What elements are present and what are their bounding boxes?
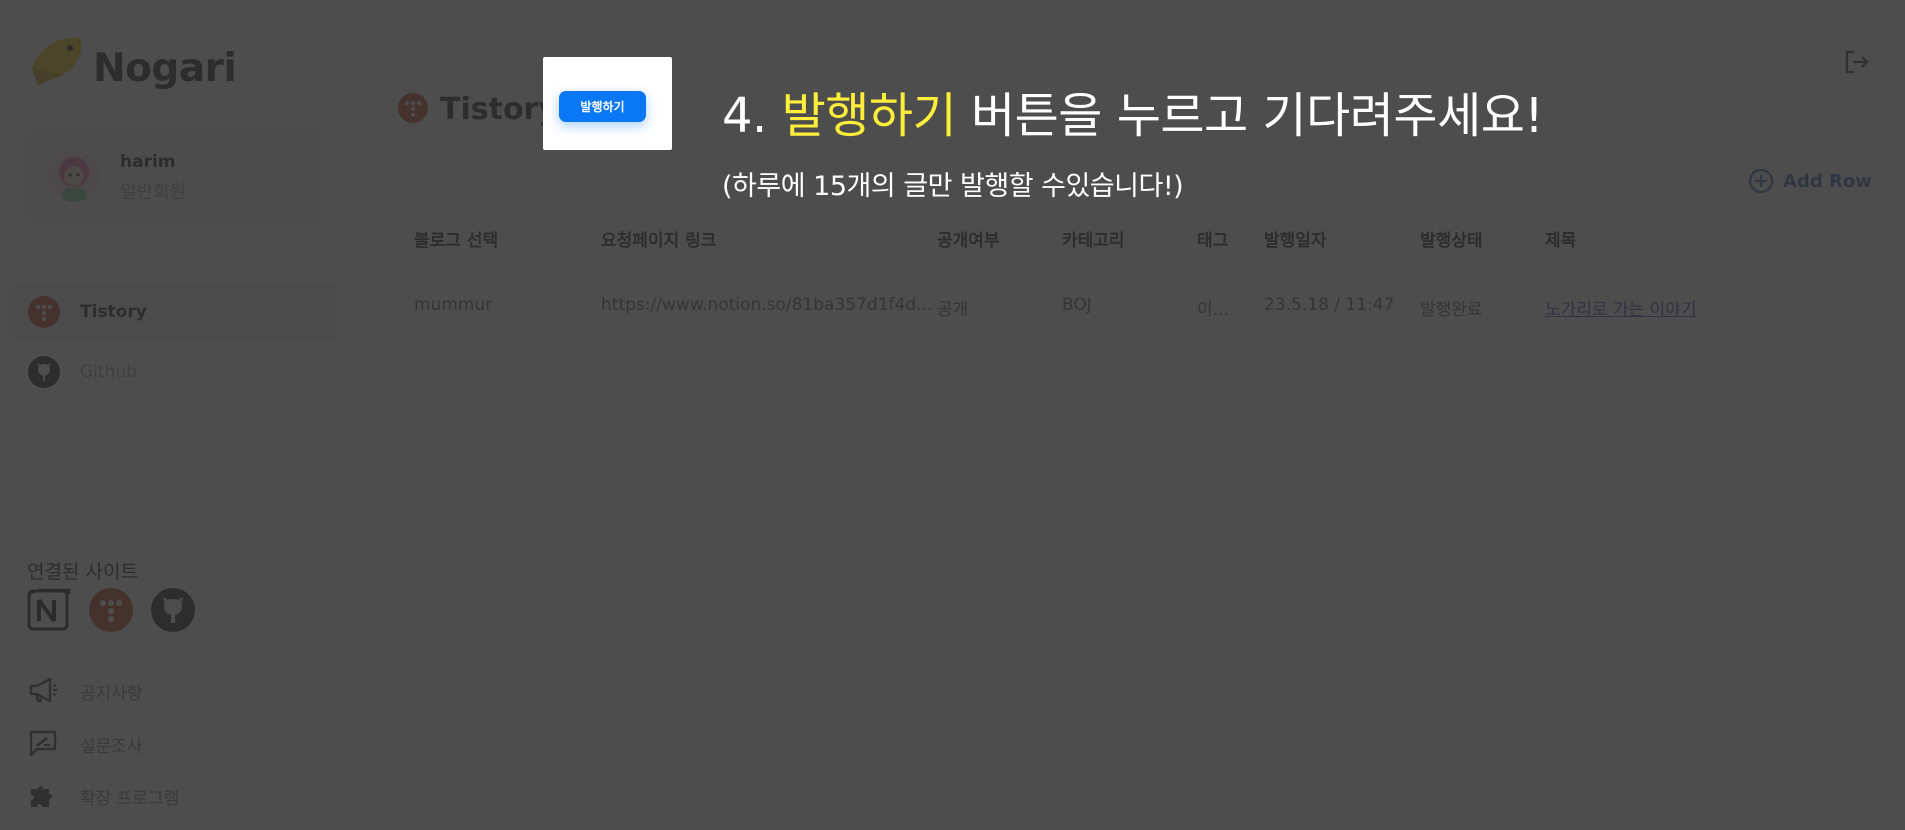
plus-circle-icon [1748, 168, 1774, 194]
sidebar-item-label: Github [80, 362, 137, 382]
logout-icon[interactable] [1844, 50, 1870, 74]
column-header[interactable]: 카테고리 [1062, 226, 1125, 251]
column-header[interactable]: 요청페이지 링크 [601, 226, 716, 251]
table-cell-blog[interactable]: mummur [414, 295, 492, 315]
menu-item-label: 공지사항 [80, 684, 143, 704]
guide-rest: 버튼을 누르고 기다려주세요! [956, 88, 1544, 144]
connected-sites-title: 연결된 사이트 [27, 561, 138, 583]
column-header[interactable]: 제목 [1545, 226, 1576, 251]
column-header[interactable]: 태그 [1197, 226, 1228, 251]
user-name: harim [120, 152, 176, 172]
logo[interactable]: Nogari [28, 30, 248, 92]
profile-card[interactable]: harim 일반회원 [26, 130, 324, 222]
sidebar-divider [27, 654, 321, 655]
menu-item-label: 설문조사 [80, 737, 143, 757]
table-divider [402, 341, 1868, 342]
sidebar-item-tistory[interactable]: Tistory [10, 283, 338, 341]
column-header[interactable]: 블로그 선택 [414, 226, 498, 251]
tistory-icon [28, 296, 60, 328]
table-cell-date: 23.5.18 / 11:47 [1264, 295, 1395, 315]
puzzle-icon [31, 786, 52, 807]
survey-icon [29, 730, 57, 757]
brand-name: Nogari [93, 46, 237, 91]
menu-item-extension[interactable]: 확장 프로그램 [28, 779, 308, 811]
megaphone-icon [29, 677, 57, 703]
column-header[interactable]: 발행일자 [1264, 226, 1327, 251]
table-cell-title-link[interactable]: 노가리로 가는 이야기 [1545, 295, 1697, 320]
avatar [48, 150, 100, 202]
publish-button[interactable]: 발행하기 [559, 91, 646, 122]
add-row-button[interactable]: Add Row [1748, 168, 1873, 196]
column-header[interactable]: 발행상태 [1420, 226, 1483, 251]
table-cell-category[interactable]: BOJ [1062, 295, 1092, 315]
page-title-text: Tistory [440, 92, 558, 127]
sidebar-item-label: Tistory [80, 302, 147, 322]
github-icon[interactable] [151, 588, 195, 632]
column-header[interactable]: 공개여부 [937, 226, 1000, 251]
table-cell-visibility[interactable]: 공개 [937, 295, 968, 320]
guide-note: (하루에 15개의 글만 발행할 수있습니다!) [722, 171, 1184, 202]
notion-icon[interactable] [27, 588, 71, 632]
guide-step: 4. [722, 88, 782, 144]
nogari-fish-icon [32, 37, 82, 86]
user-role: 일반회원 [120, 182, 187, 203]
github-icon [28, 356, 60, 388]
menu-item-survey[interactable]: 설문조사 [28, 727, 308, 759]
table-cell-tags[interactable]: 이... [1197, 295, 1229, 320]
table-cell-link[interactable]: https://www.notion.so/81ba357d1f4d... [601, 295, 932, 315]
sidebar-item-github[interactable]: Github [10, 343, 338, 401]
menu-item-notice[interactable]: 공지사항 [28, 674, 308, 706]
menu-item-label: 확장 프로그램 [80, 789, 180, 809]
posts-table: 블로그 선택 요청페이지 링크 공개여부 카테고리 태그 발행일자 발행상태 제… [402, 208, 1868, 476]
table-cell-status: 발행완료 [1420, 300, 1483, 320]
table-divider [402, 275, 1868, 276]
tistory-icon [398, 93, 428, 123]
add-row-label: Add Row [1783, 171, 1872, 192]
tistory-icon[interactable] [89, 588, 133, 632]
guide-highlight: 발행하기 [781, 88, 957, 144]
guide-title: 4. 발행하기 버튼을 누르고 기다려주세요! [722, 76, 1544, 146]
sidebar: Nogari harim 일반회원 Tistory Github 연결된 사이트… [0, 0, 348, 830]
